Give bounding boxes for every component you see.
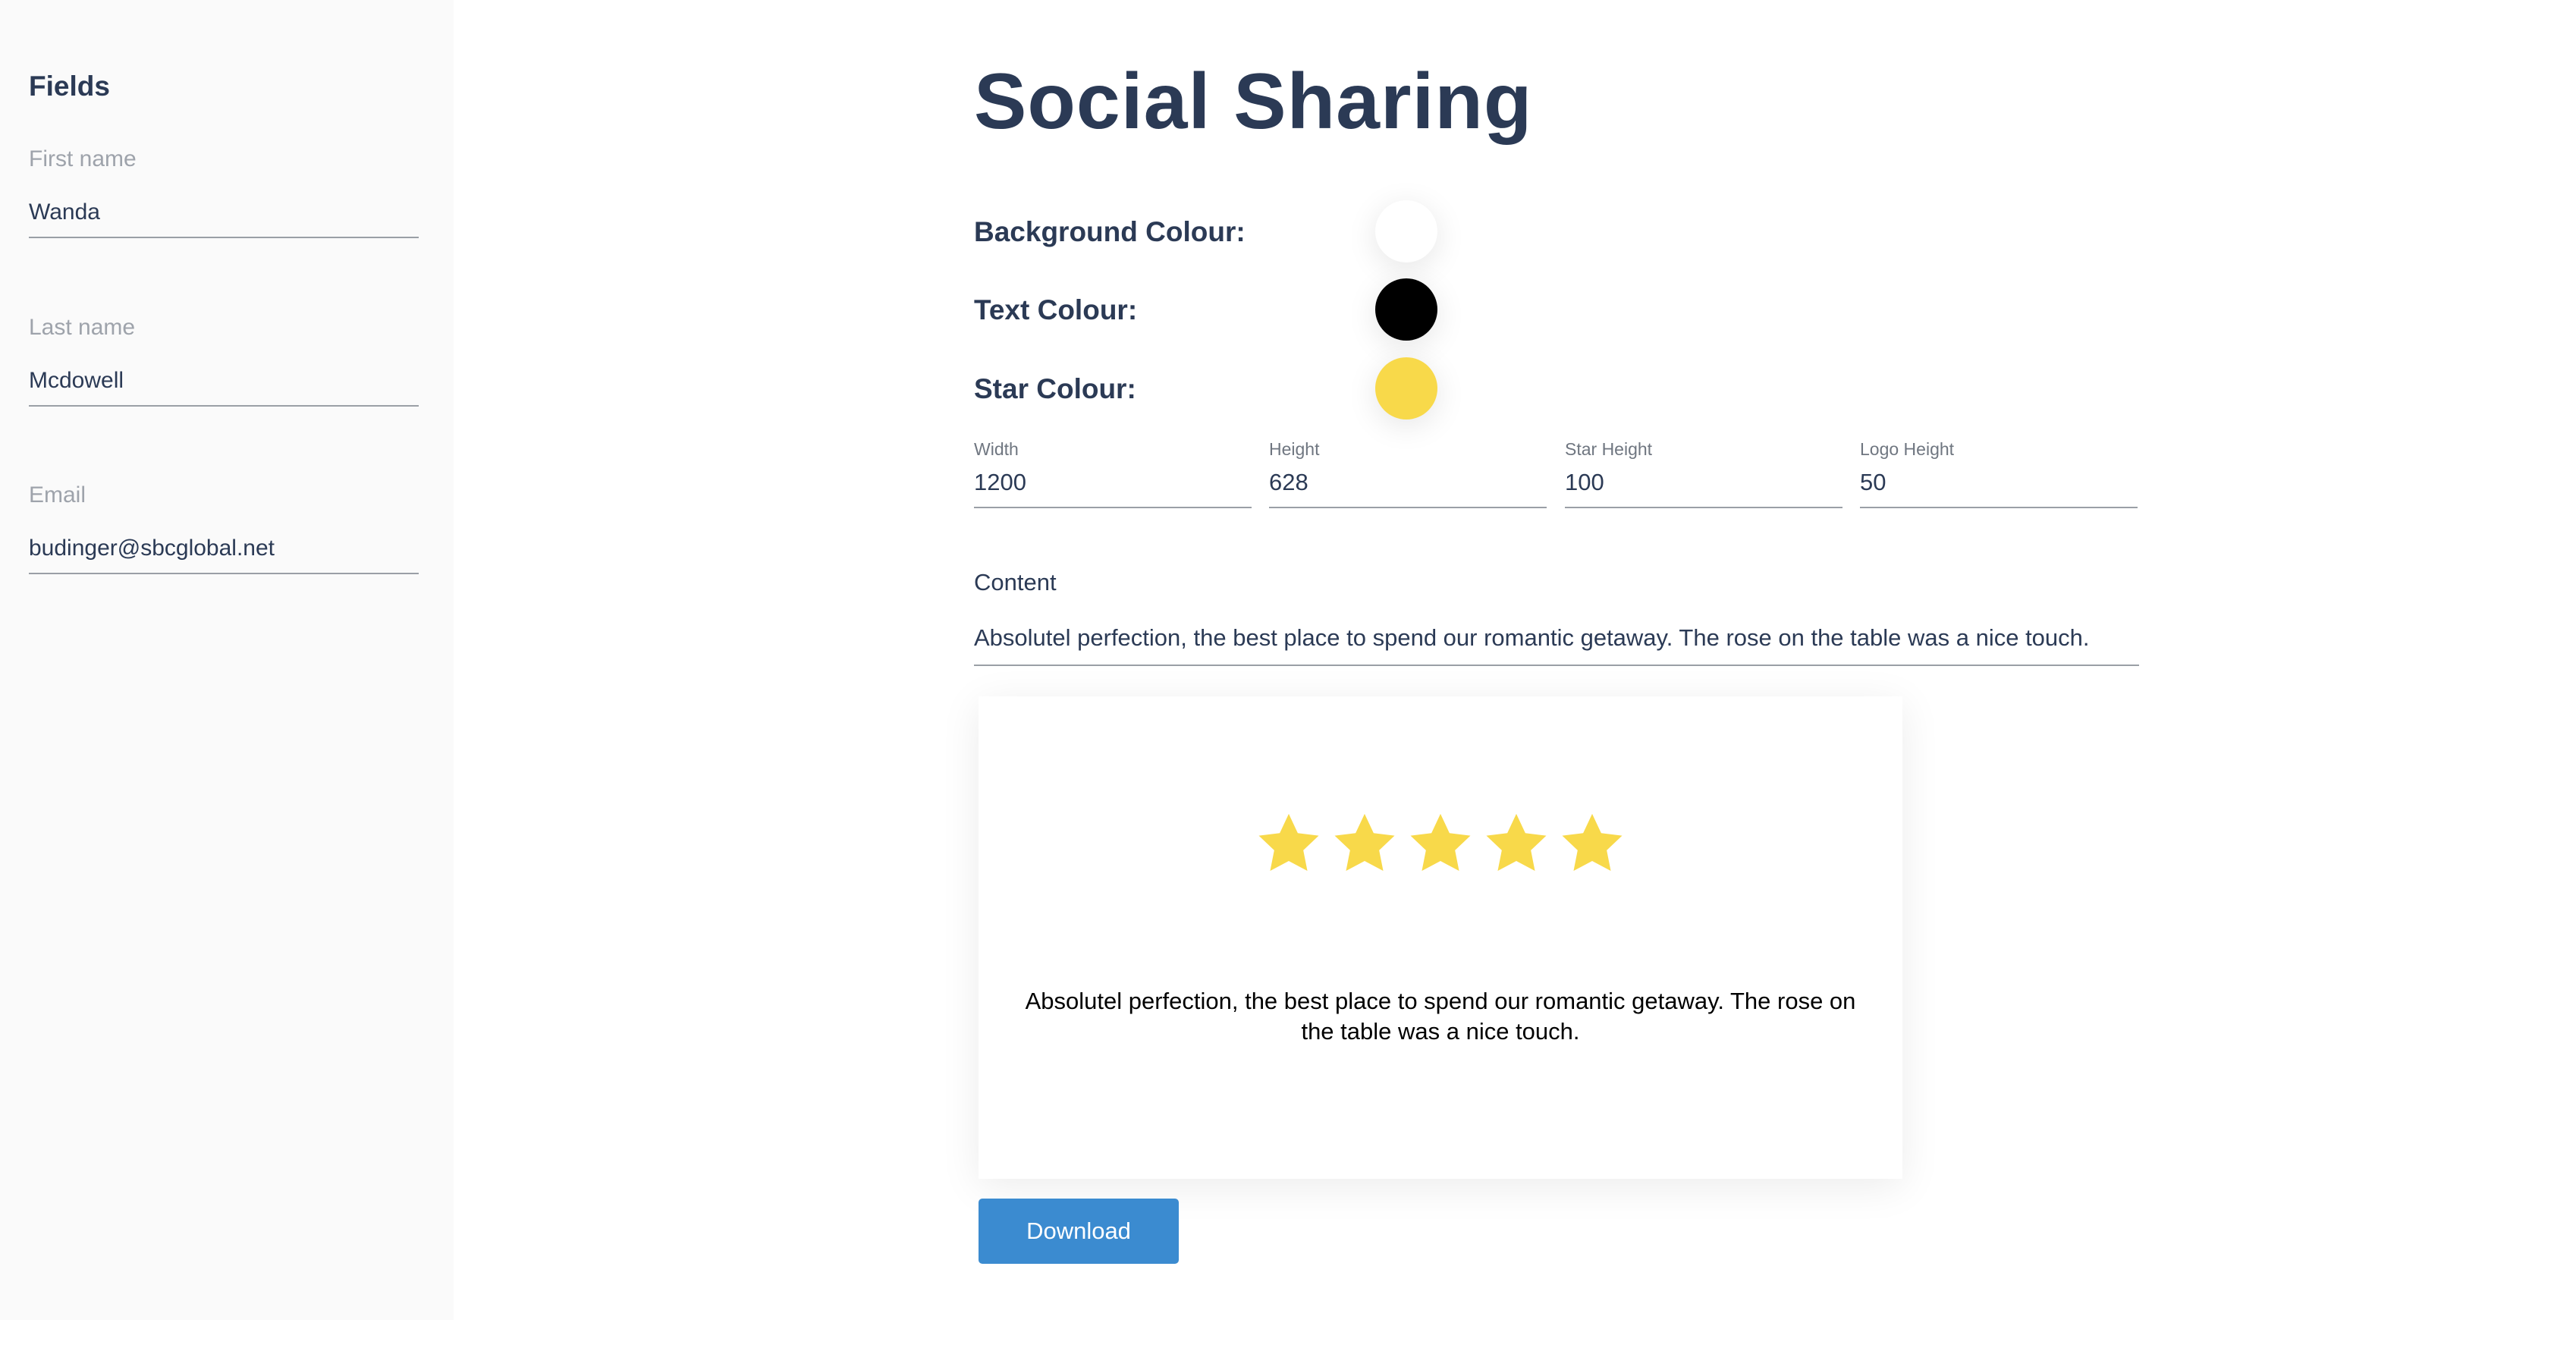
star-height-input[interactable]: 100: [1565, 469, 1842, 508]
content-input[interactable]: Absolutel perfection, the best place to …: [974, 624, 2139, 666]
star-colour-label: Star Colour:: [974, 373, 1136, 404]
email-field: Email budinger@sbcglobal.net: [29, 482, 419, 574]
star-colour-swatch[interactable]: [1375, 357, 1437, 419]
last-name-label: Last name: [29, 315, 136, 340]
first-name-input[interactable]: Wanda: [29, 199, 419, 238]
text-colour-swatch[interactable]: [1375, 278, 1437, 341]
logo-height-field: Logo Height 50: [1860, 438, 2138, 508]
first-name-label: First name: [29, 146, 137, 171]
fields-sidebar: Fields First name Wanda Last name Mcdowe…: [0, 0, 454, 1320]
text-colour-label: Text Colour:: [974, 294, 1138, 325]
height-input[interactable]: 628: [1269, 469, 1547, 508]
width-field: Width 1200: [974, 438, 1252, 508]
height-label: Height: [1269, 439, 1320, 459]
preview-card: Absolutel perfection, the best place to …: [979, 696, 1902, 1179]
content-label: Content: [974, 569, 1057, 595]
star-height-field: Star Height 100: [1565, 438, 1842, 508]
height-field: Height 628: [1269, 438, 1547, 508]
background-colour-row: Background Colour:: [974, 200, 1444, 262]
background-colour-swatch[interactable]: [1375, 200, 1437, 262]
width-label: Width: [974, 439, 1019, 459]
content-field: Content Absolutel perfection, the best p…: [974, 569, 2139, 666]
star-icon: [1481, 809, 1551, 878]
star-height-label: Star Height: [1565, 439, 1653, 459]
text-colour-row: Text Colour:: [974, 278, 1444, 341]
background-colour-label: Background Colour:: [974, 216, 1246, 247]
last-name-input[interactable]: Mcdowell: [29, 367, 419, 407]
star-icon: [1557, 809, 1627, 878]
star-colour-row: Star Colour:: [974, 357, 1444, 419]
download-button[interactable]: Download: [979, 1199, 1179, 1264]
width-input[interactable]: 1200: [974, 469, 1252, 508]
first-name-field: First name Wanda: [29, 146, 419, 238]
star-icon: [1330, 809, 1400, 878]
email-label: Email: [29, 482, 86, 507]
star-icon: [1406, 809, 1475, 878]
star-icon: [1254, 809, 1324, 878]
logo-height-label: Logo Height: [1860, 439, 1955, 459]
page-title: Social Sharing: [974, 58, 1533, 146]
preview-text: Absolutel perfection, the best place to …: [1025, 988, 1856, 1045]
logo-height-input[interactable]: 50: [1860, 469, 2138, 508]
star-rating: [979, 809, 1902, 885]
sidebar-title: Fields: [29, 71, 110, 102]
last-name-field: Last name Mcdowell: [29, 314, 419, 407]
email-input[interactable]: budinger@sbcglobal.net: [29, 535, 419, 574]
